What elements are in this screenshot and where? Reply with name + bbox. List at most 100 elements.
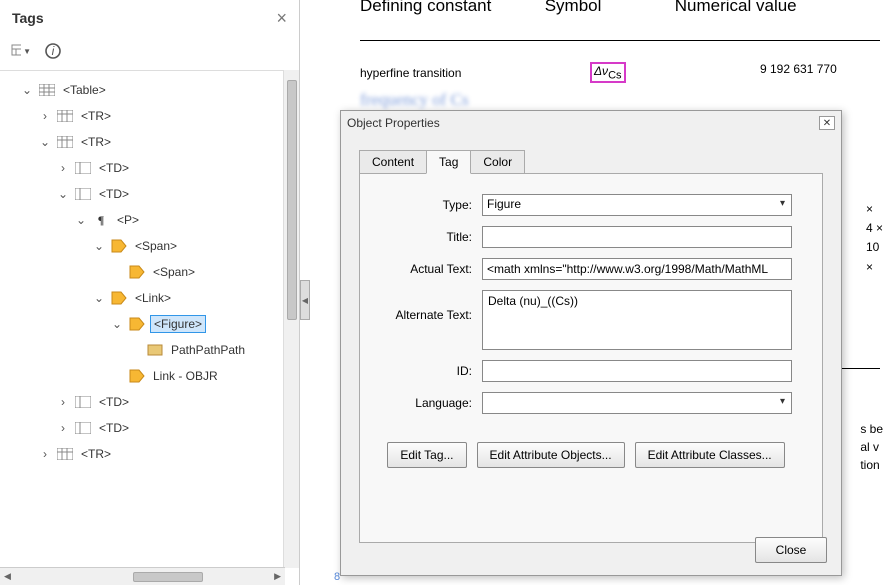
box-icon xyxy=(146,342,164,358)
info-icon[interactable]: i xyxy=(42,40,64,62)
table-icon xyxy=(74,186,92,202)
svg-text:i: i xyxy=(52,44,55,58)
tab-color[interactable]: Color xyxy=(470,150,525,174)
close-icon[interactable]: × xyxy=(276,8,287,29)
panel-collapse-handle[interactable] xyxy=(300,280,310,320)
tree-node-td[interactable]: › <TD> xyxy=(10,415,299,441)
edit-attribute-objects-button[interactable]: Edit Attribute Objects... xyxy=(477,442,625,468)
tree-node-td[interactable]: › <TD> xyxy=(10,389,299,415)
chevron-down-icon[interactable]: ⌄ xyxy=(92,291,106,305)
tree-label: <Span> xyxy=(150,264,198,280)
tag-icon xyxy=(128,264,146,280)
dialog-title-text: Object Properties xyxy=(347,116,440,130)
chevron-down-icon[interactable]: ⌄ xyxy=(74,213,88,227)
actual-text-label: Actual Text: xyxy=(380,262,472,276)
tree-label: <TD> xyxy=(96,186,132,202)
cell-label: hyperfine transition xyxy=(360,66,461,80)
doc-right-text: s be al v tion xyxy=(860,420,883,474)
tree-label-selected: <Figure> xyxy=(150,315,206,333)
tree-node-link-objr[interactable]: › Link - OBJR xyxy=(10,363,299,389)
table-icon xyxy=(56,134,74,150)
chevron-down-icon[interactable]: ⌄ xyxy=(38,135,52,149)
type-label: Type: xyxy=(380,198,472,212)
table-icon xyxy=(74,160,92,176)
tree-label: <P> xyxy=(114,212,142,228)
tree-node-figure[interactable]: ⌄ <Figure> xyxy=(10,311,299,337)
chevron-down-icon[interactable]: ⌄ xyxy=(56,187,70,201)
cell-value: 9 192 631 770 xyxy=(760,62,837,76)
chevron-down-icon[interactable]: ⌄ xyxy=(92,239,106,253)
doc-right-values: × 4 × 10 × xyxy=(866,200,883,277)
edit-attribute-classes-button[interactable]: Edit Attribute Classes... xyxy=(635,442,785,468)
dialog-close-icon[interactable]: ✕ xyxy=(819,116,835,130)
selected-symbol[interactable]: ΔνCs xyxy=(590,62,626,83)
tree-node-p[interactable]: ⌄ ¶ <P> xyxy=(10,207,299,233)
table-icon xyxy=(74,420,92,436)
type-select[interactable]: Figure xyxy=(482,194,792,216)
object-properties-dialog: Object Properties ✕ Content Tag Color Ty… xyxy=(340,110,842,576)
tree-node-link[interactable]: ⌄ <Link> xyxy=(10,285,299,311)
tree-label: <TR> xyxy=(78,108,114,124)
tree-node-table[interactable]: ⌄ <Table> xyxy=(10,77,299,103)
chevron-right-icon[interactable]: › xyxy=(38,109,52,123)
tree-label: <Span> xyxy=(132,238,180,254)
chevron-right-icon[interactable]: › xyxy=(38,447,52,461)
chevron-right-icon[interactable]: › xyxy=(56,395,70,409)
title-label: Title: xyxy=(380,230,472,244)
tab-tag[interactable]: Tag xyxy=(426,150,471,174)
tab-content[interactable]: Content xyxy=(359,150,427,174)
close-button[interactable]: Close xyxy=(755,537,827,563)
language-select[interactable] xyxy=(482,392,792,414)
actual-text-input[interactable] xyxy=(482,258,792,280)
col-header: Numerical value xyxy=(675,0,797,16)
tree-node-span[interactable]: ⌄ <Span> xyxy=(10,233,299,259)
alt-text-label: Alternate Text: xyxy=(380,290,472,322)
tree-label: <Link> xyxy=(132,290,174,306)
alt-text-input[interactable]: Delta (nu)_((Cs)) xyxy=(482,290,792,350)
tree-node-td[interactable]: ⌄ <TD> xyxy=(10,181,299,207)
tree-label: <TR> xyxy=(78,134,114,150)
col-header: Symbol xyxy=(545,0,602,16)
chevron-right-icon[interactable]: › xyxy=(56,161,70,175)
paragraph-icon: ¶ xyxy=(92,212,110,228)
tags-tree[interactable]: ⌄ <Table> › <TR> ⌄ <TR> › <TD> ⌄ <TD> ⌄ … xyxy=(0,71,299,569)
tree-node-tr[interactable]: ⌄ <TR> xyxy=(10,129,299,155)
edit-tag-button[interactable]: Edit Tag... xyxy=(387,442,466,468)
horizontal-scrollbar[interactable]: ◀▶ xyxy=(0,567,285,585)
chevron-down-icon[interactable]: ⌄ xyxy=(110,317,124,331)
tree-node-td[interactable]: › <TD> xyxy=(10,155,299,181)
tags-title: Tags xyxy=(12,10,44,26)
tag-icon xyxy=(110,238,128,254)
table-icon xyxy=(38,82,56,98)
tree-label: <TD> xyxy=(96,160,132,176)
vertical-scrollbar[interactable] xyxy=(283,70,299,568)
tree-label: PathPathPath xyxy=(168,342,248,358)
table-icon xyxy=(74,394,92,410)
id-input[interactable] xyxy=(482,360,792,382)
tags-toolbar: ▼ i xyxy=(0,36,299,71)
dialog-titlebar[interactable]: Object Properties ✕ xyxy=(341,111,841,135)
tree-node-span[interactable]: › <Span> xyxy=(10,259,299,285)
title-input[interactable] xyxy=(482,226,792,248)
dialog-tabs: Content Tag Color xyxy=(359,149,823,173)
chevron-down-icon[interactable]: ⌄ xyxy=(20,83,34,97)
tag-icon xyxy=(110,290,128,306)
language-label: Language: xyxy=(380,396,472,410)
divider xyxy=(360,40,880,41)
table-icon xyxy=(56,446,74,462)
tree-label: <TD> xyxy=(96,420,132,436)
options-dropdown-icon[interactable]: ▼ xyxy=(10,40,32,62)
tree-node-content[interactable]: › PathPathPath xyxy=(10,337,299,363)
tree-label: Link - OBJR xyxy=(150,368,221,384)
tree-label: <TD> xyxy=(96,394,132,410)
tree-label: <TR> xyxy=(78,446,114,462)
tree-node-tr[interactable]: › <TR> xyxy=(10,441,299,467)
tags-panel: Tags × ▼ i ⌄ <Table> › <TR> ⌄ <TR> › xyxy=(0,0,300,585)
chevron-right-icon[interactable]: › xyxy=(56,421,70,435)
tree-node-tr[interactable]: › <TR> xyxy=(10,103,299,129)
tab-panel-tag: Type: Figure Title: Actual Text: Alterna… xyxy=(359,173,823,543)
tag-icon xyxy=(128,316,146,332)
tree-label: <Table> xyxy=(60,82,109,98)
table-icon xyxy=(56,108,74,124)
blur-text: frequency of Cs xyxy=(360,90,469,110)
